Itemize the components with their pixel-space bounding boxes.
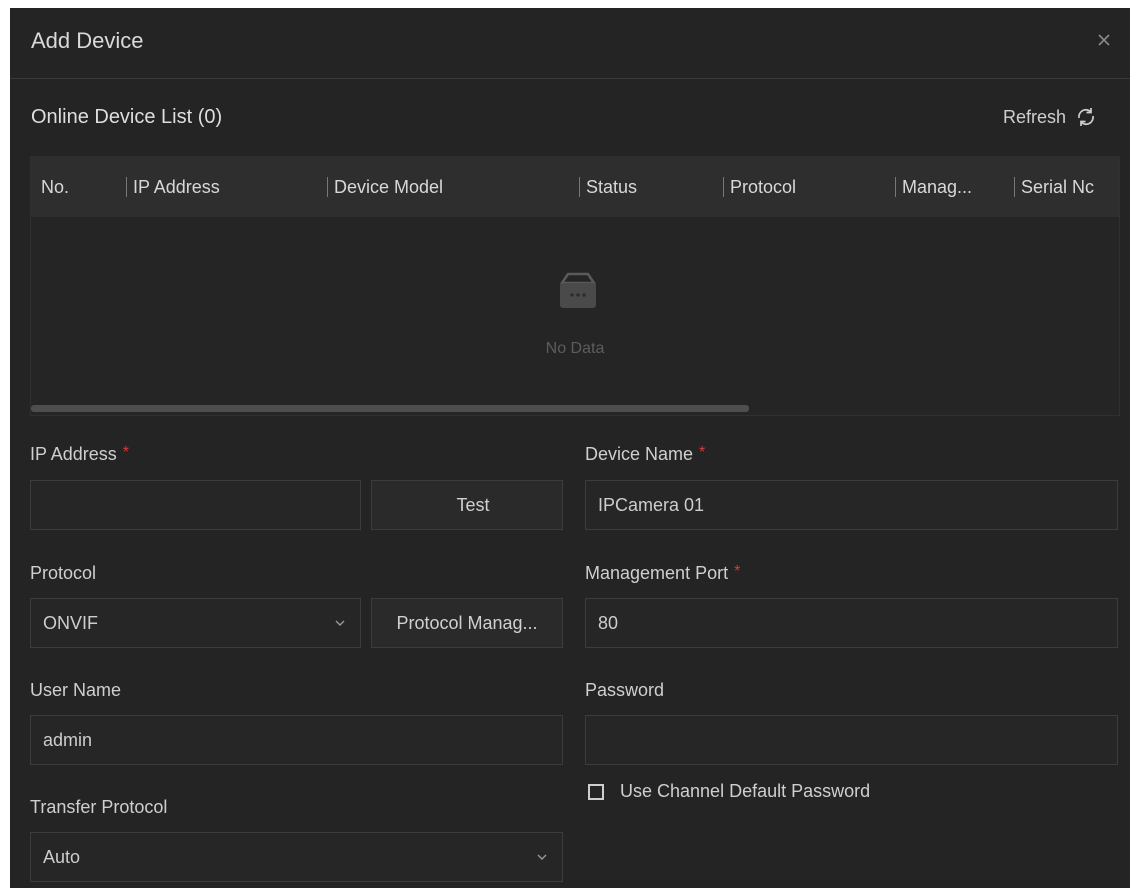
table-header: No. IP Address Device Model Status Proto… <box>31 157 1119 217</box>
protocol-management-button[interactable]: Protocol Manag... <box>371 598 563 648</box>
ip-address-input[interactable] <box>30 480 361 530</box>
refresh-label: Refresh <box>1002 106 1066 127</box>
required-marker: * <box>122 444 129 461</box>
chevron-down-icon <box>537 854 547 860</box>
protocol-select[interactable]: ONVIF <box>30 598 361 648</box>
refresh-icon <box>1078 108 1094 126</box>
default-password-checkbox[interactable] <box>588 783 604 800</box>
required-marker: * <box>734 563 741 580</box>
user-name-label: User Name <box>30 680 122 700</box>
refresh-button[interactable]: Refresh <box>1003 106 1098 128</box>
chevron-down-icon <box>335 620 345 626</box>
table-horizontal-scrollbar[interactable] <box>31 405 749 412</box>
column-header-status[interactable]: Status <box>579 157 637 217</box>
transfer-protocol-selected-value: Auto <box>43 847 81 867</box>
required-marker: * <box>699 444 706 461</box>
protocol-selected-value: ONVIF <box>43 613 99 633</box>
ip-address-label: IP Address * <box>30 444 129 464</box>
test-button[interactable]: Test <box>371 480 563 530</box>
close-icon[interactable] <box>1092 28 1116 52</box>
protocol-label: Protocol <box>30 563 97 583</box>
column-header-no[interactable]: No. <box>41 157 69 217</box>
online-device-list-title: Online Device List (0) <box>31 106 223 128</box>
device-name-input[interactable]: IPCamera 01 <box>585 480 1118 530</box>
management-port-input[interactable]: 80 <box>585 598 1118 648</box>
column-header-device-model[interactable]: Device Model <box>327 157 443 217</box>
default-password-label: Use Channel Default Password <box>620 781 871 801</box>
user-name-input[interactable]: admin <box>30 715 563 765</box>
dialog-title: Add Device <box>31 28 144 53</box>
column-header-ip-address[interactable]: IP Address <box>126 157 220 217</box>
empty-state: No Data <box>31 217 1119 405</box>
transfer-protocol-select[interactable]: Auto <box>30 832 563 882</box>
dialog-titlebar: Add Device <box>10 8 1130 79</box>
password-label: Password <box>585 680 665 700</box>
column-header-management[interactable]: Manag... <box>895 157 972 217</box>
device-name-label: Device Name * <box>585 444 706 464</box>
empty-box-icon <box>559 272 597 308</box>
management-port-label: Management Port * <box>585 563 741 583</box>
password-input[interactable] <box>585 715 1118 765</box>
add-device-dialog: Add Device Online Device List (0) Refres… <box>10 8 1130 888</box>
column-header-serial-no[interactable]: Serial Nc <box>1014 157 1094 217</box>
transfer-protocol-label: Transfer Protocol <box>30 797 168 817</box>
empty-state-text: No Data <box>545 340 605 357</box>
online-device-table: No. IP Address Device Model Status Proto… <box>30 156 1120 416</box>
column-header-protocol[interactable]: Protocol <box>723 157 796 217</box>
default-password-option[interactable]: Use Channel Default Password <box>588 781 870 802</box>
